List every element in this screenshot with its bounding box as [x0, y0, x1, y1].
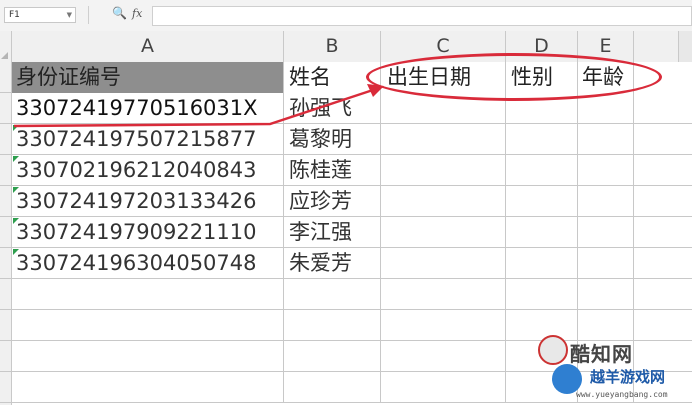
watermark-logo — [538, 335, 568, 365]
watermark-text: 酷知网 — [570, 342, 633, 366]
watermark-url: www.yueyangbang.com — [576, 390, 668, 399]
watermark-text: 越羊游戏网 — [590, 368, 666, 386]
